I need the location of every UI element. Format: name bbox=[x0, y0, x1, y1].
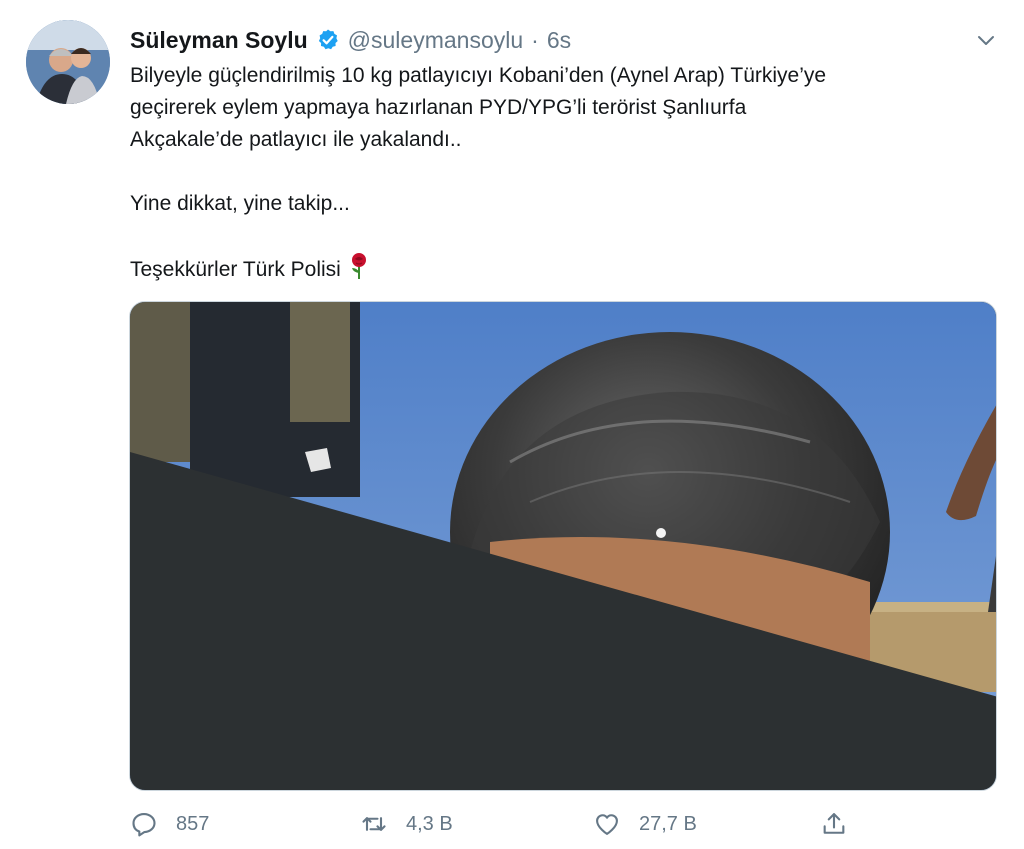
verified-badge-icon bbox=[318, 29, 338, 50]
like-count: 27,7 B bbox=[639, 812, 697, 835]
retweet-icon bbox=[362, 817, 386, 831]
tweet-header: Süleyman Soylu @suleymansoylu · 6s bbox=[130, 26, 571, 54]
tweet-text: Bilyeyle güçlendirilmiş 10 kg patlayıcıy… bbox=[130, 60, 990, 286]
separator-dot: · bbox=[531, 27, 539, 53]
tweet-media-image[interactable] bbox=[129, 301, 997, 791]
author-name[interactable]: Süleyman Soylu bbox=[130, 26, 308, 54]
like-button[interactable]: 27,7 B bbox=[593, 806, 697, 842]
tweet[interactable]: Süleyman Soylu @suleymansoylu · 6s Bilye… bbox=[0, 0, 1024, 849]
tweet-actions: 857 4,3 B 27,7 B bbox=[130, 806, 860, 842]
avatar[interactable] bbox=[26, 20, 110, 104]
tweet-text-line: Bilyeyle güçlendirilmiş 10 kg patlayıcıy… bbox=[130, 64, 827, 87]
rose-icon bbox=[351, 253, 366, 279]
reply-button[interactable]: 857 bbox=[130, 806, 209, 842]
author-handle[interactable]: @suleymansoylu bbox=[348, 26, 523, 54]
tweet-text-closing: Teşekkürler Türk Polisi bbox=[130, 252, 990, 286]
reply-count: 857 bbox=[176, 812, 210, 835]
chevron-down-icon[interactable] bbox=[974, 28, 998, 52]
reply-icon bbox=[132, 813, 156, 837]
tweet-text-line: Yine dikkat, yine takip... bbox=[130, 192, 350, 215]
tweet-text-line: geçirerek eylem yapmaya hazırlanan PYD/Y… bbox=[130, 96, 747, 119]
tweet-text-line: Teşekkürler Türk Polisi bbox=[130, 258, 341, 281]
avatar-image bbox=[26, 20, 110, 104]
tweet-text-line: Akçakale’de patlayıcı ile yakalandı.. bbox=[130, 128, 462, 151]
heart-icon bbox=[596, 814, 618, 835]
retweet-button[interactable]: 4,3 B bbox=[360, 806, 453, 842]
photo bbox=[130, 302, 996, 790]
share-button[interactable] bbox=[820, 806, 848, 842]
retweet-count: 4,3 B bbox=[406, 812, 453, 835]
share-icon bbox=[823, 813, 845, 834]
tweet-timestamp[interactable]: 6s bbox=[547, 26, 571, 54]
